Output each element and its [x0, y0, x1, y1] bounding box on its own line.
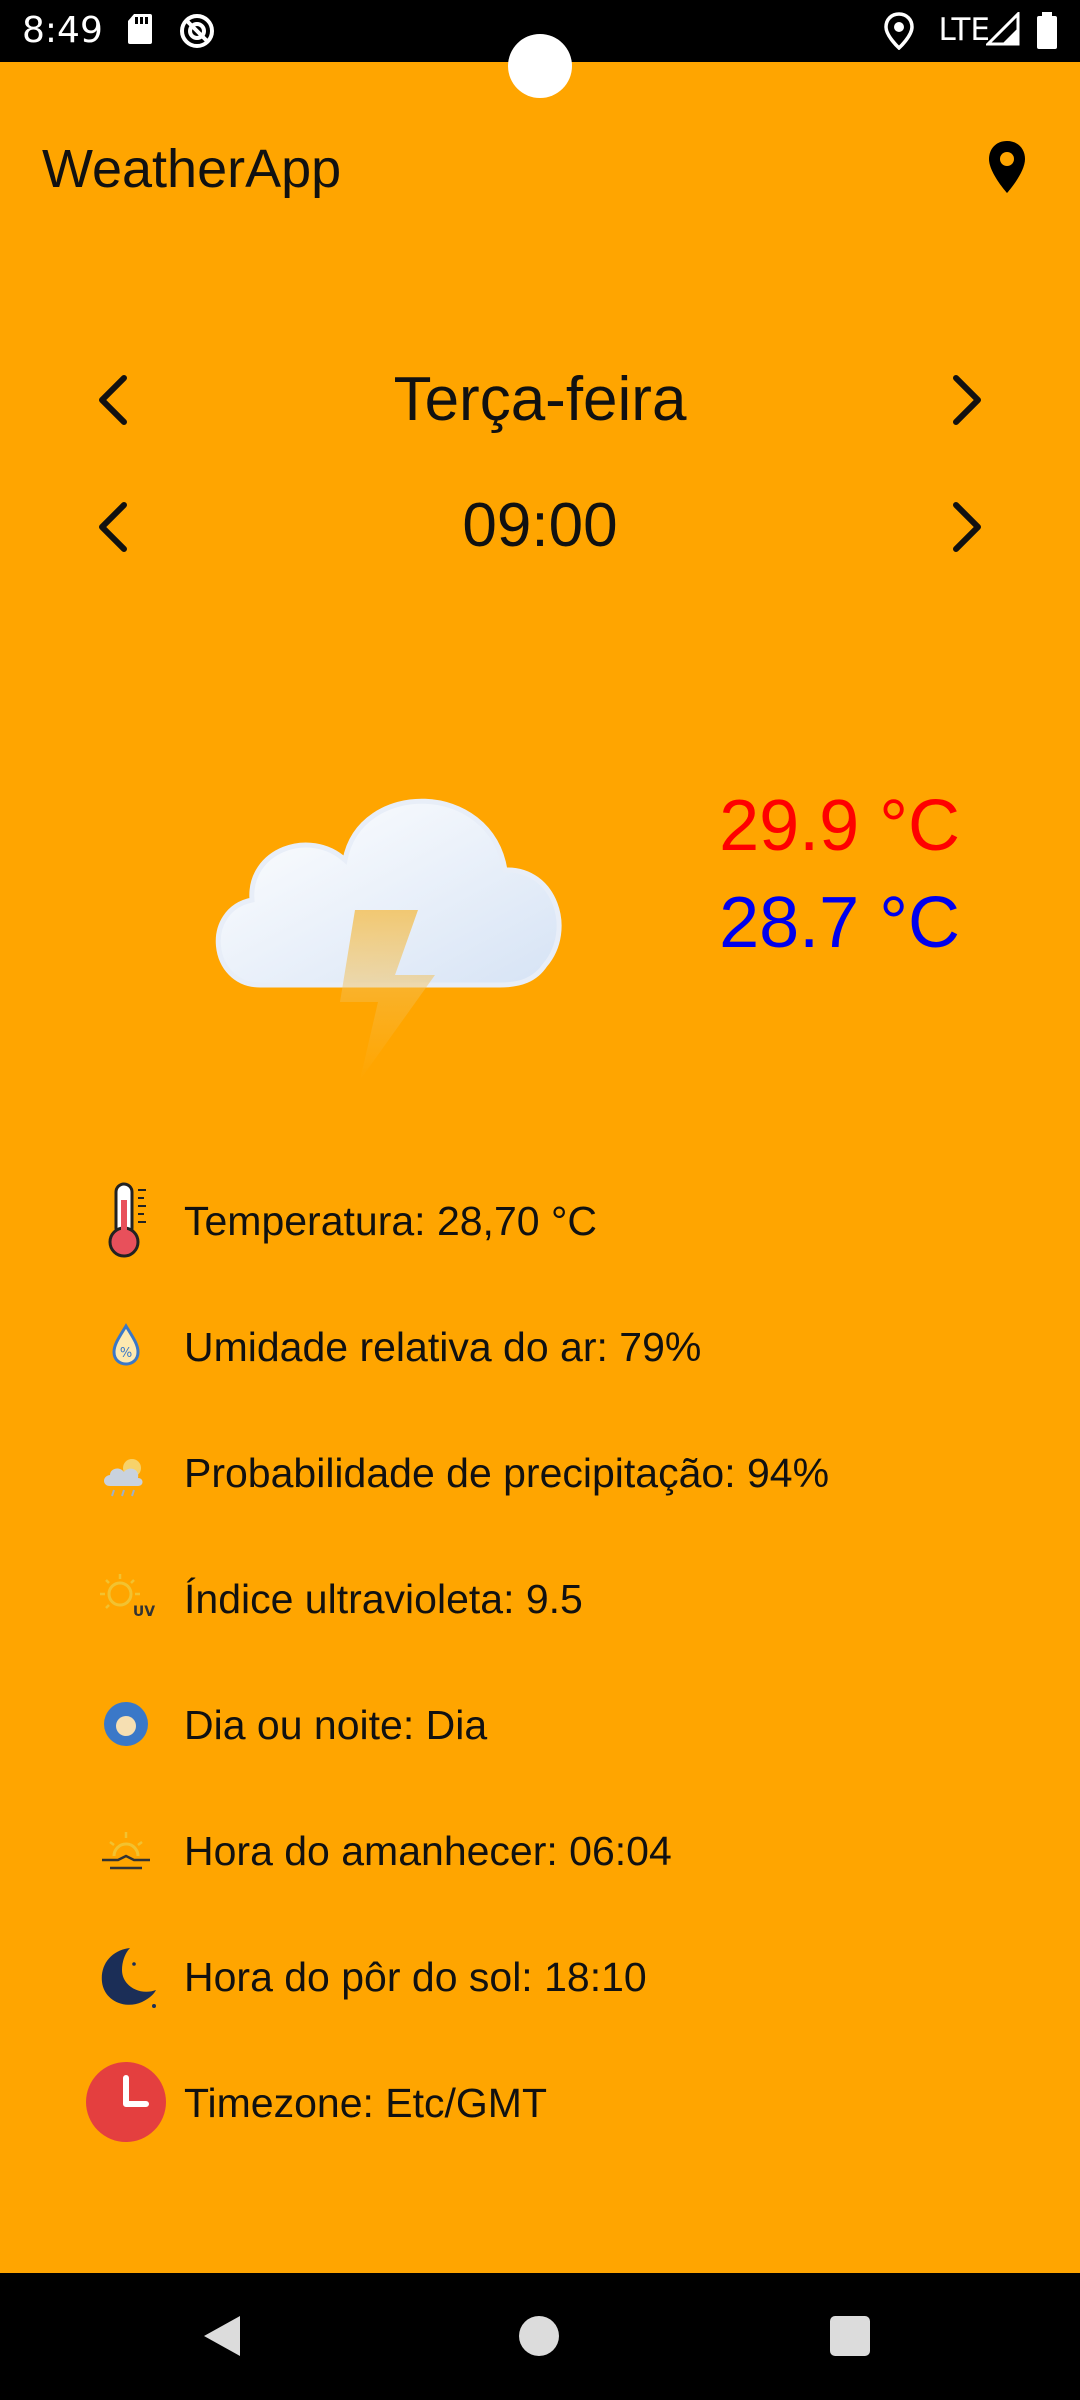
day-label: Terça-feira: [393, 365, 687, 434]
previous-day-button[interactable]: [84, 368, 148, 432]
camera-cutout: [508, 34, 572, 98]
location-pin-icon[interactable]: [975, 135, 1039, 199]
time-label: 09:00: [462, 491, 618, 560]
detail-temperature-text: Temperatura: 28,70 °C: [184, 1198, 597, 1244]
next-hour-button[interactable]: [932, 495, 996, 559]
day-night-icon: [104, 1702, 148, 1746]
humidity-drop-icon: %: [112, 1323, 140, 1366]
detail-sunset-text: Hora do pôr do sol: 18:10: [184, 1954, 647, 2000]
svg-text:UV: UV: [133, 1604, 155, 1620]
next-day-button[interactable]: [932, 368, 996, 432]
detail-precipitation: Probabilidade de precipitação: 94%: [84, 1430, 984, 1520]
back-button[interactable]: [200, 2313, 244, 2359]
network-type: LTE: [938, 12, 990, 48]
uv-sun-icon: UV: [100, 1574, 155, 1620]
status-time: 8:49: [22, 10, 103, 51]
home-button[interactable]: [519, 2316, 559, 2356]
cloud-thunder-icon: [215, 798, 562, 1080]
detail-uv-index: UV Índice ultravioleta: 9.5: [84, 1556, 984, 1646]
sd-card-icon: [128, 14, 152, 44]
detail-sunrise-text: Hora do amanhecer: 06:04: [184, 1828, 672, 1874]
detail-sunset: Hora do pôr do sol: 18:10: [84, 1934, 984, 2024]
moon-icon: [101, 1948, 156, 2008]
detail-humidity-text: Umidade relativa do ar: 79%: [184, 1324, 702, 1370]
detail-timezone: Timezone: Etc/GMT: [84, 2060, 984, 2150]
app-title: WeatherApp: [42, 139, 342, 199]
location-icon: [884, 12, 914, 50]
system-navigation-bar: [0, 2273, 1080, 2400]
svg-text:%: %: [120, 1346, 132, 1361]
detail-timezone-text: Timezone: Etc/GMT: [184, 2080, 547, 2126]
thermometer-icon: [108, 1182, 146, 1258]
sunrise-icon: [102, 1832, 150, 1870]
detail-temperature: Temperatura: 28,70 °C: [84, 1178, 984, 1268]
battery-icon: [1037, 12, 1057, 49]
temperature-min: 28.7 °C: [719, 883, 960, 963]
temperature-max: 29.9 °C: [719, 786, 960, 866]
recents-button[interactable]: [830, 2316, 870, 2356]
detail-precipitation-text: Probabilidade de precipitação: 94%: [184, 1450, 830, 1496]
detail-humidity: % Umidade relativa do ar: 79%: [84, 1304, 984, 1394]
previous-hour-button[interactable]: [84, 495, 148, 559]
detail-day-night: Dia ou noite: Dia: [84, 1682, 984, 1772]
detail-sunrise: Hora do amanhecer: 06:04: [84, 1808, 984, 1898]
detail-uv-text: Índice ultravioleta: 9.5: [184, 1576, 583, 1622]
signal-icon: [986, 12, 1020, 46]
detail-day-night-text: Dia ou noite: Dia: [184, 1702, 488, 1748]
do-not-disturb-icon: [180, 14, 214, 48]
precipitation-cloud-icon: [104, 1459, 143, 1497]
weather-screen: 8:49 LTE WeatherApp Terça-feira 09:00 29…: [0, 0, 1080, 2400]
clock-icon: [86, 2062, 166, 2142]
